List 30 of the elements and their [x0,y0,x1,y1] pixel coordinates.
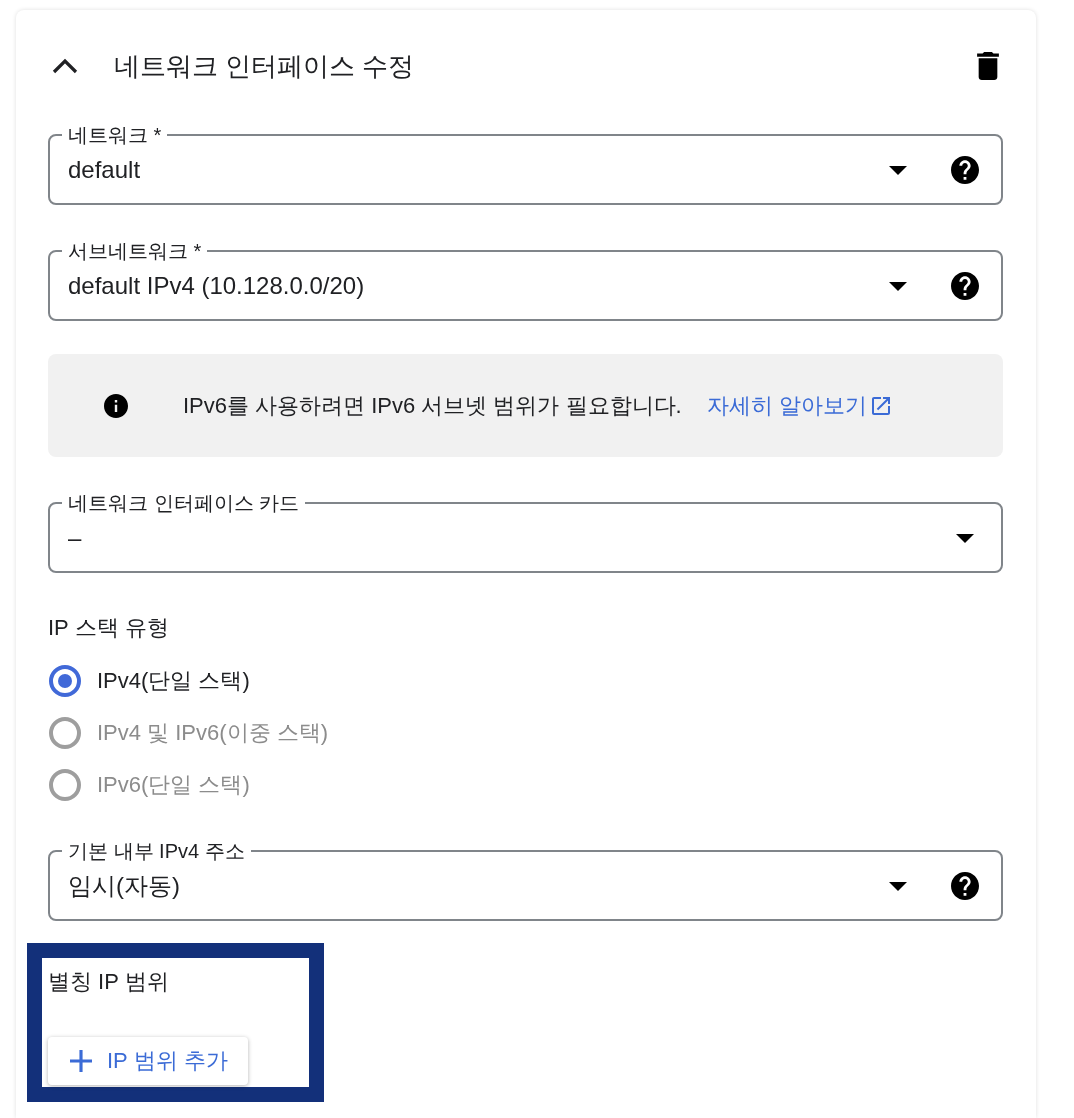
learn-more-link[interactable]: 자세히 알아보기 [706,390,890,421]
help-icon[interactable] [951,156,979,184]
dropdown-value: – [68,524,83,552]
field-label: 네트워크 * [67,123,163,147]
dropdown-arrow-icon[interactable] [889,165,907,175]
radio-label: IPv6(단일 스택) [97,771,250,799]
field-label: 서브네트워크 * [67,239,203,263]
dropdown-value: default IPv4 (10.128.0.0/20) [68,272,366,300]
help-icon[interactable] [951,872,979,900]
collapse-chevron-icon[interactable] [52,58,78,74]
dropdown-value: 임시(자동) [68,872,181,900]
dropdown-value: default [68,156,142,184]
dropdown-arrow-icon[interactable] [956,533,974,543]
radio-button[interactable] [49,665,81,697]
section-title: 별칭 IP 범위 [48,968,170,996]
add-range-button[interactable]: IP 범위 추가 [48,1037,248,1085]
help-icon[interactable] [951,272,979,300]
group-title: IP 스택 유형 [48,614,170,642]
external-link-icon[interactable] [871,396,890,415]
dropdown-arrow-icon[interactable] [889,281,907,291]
radio-label: IPv4 및 IPv6(이중 스택) [97,719,329,747]
field-label: 네트워크 인터페이스 카드 [67,491,301,515]
info-text: IPv6를 사용하려면 IPv6 서브넷 범위가 필요합니다. [183,391,682,420]
field-label: 기본 내부 IPv4 주소 [67,839,246,863]
radio-label: IPv4(단일 스택) [97,667,250,695]
delete-icon[interactable] [977,52,999,80]
plus-icon[interactable] [70,1050,92,1072]
info-icon [104,393,128,418]
dropdown-arrow-icon[interactable] [889,881,907,891]
panel-title: 네트워크 인터페이스 수정 [114,49,416,83]
